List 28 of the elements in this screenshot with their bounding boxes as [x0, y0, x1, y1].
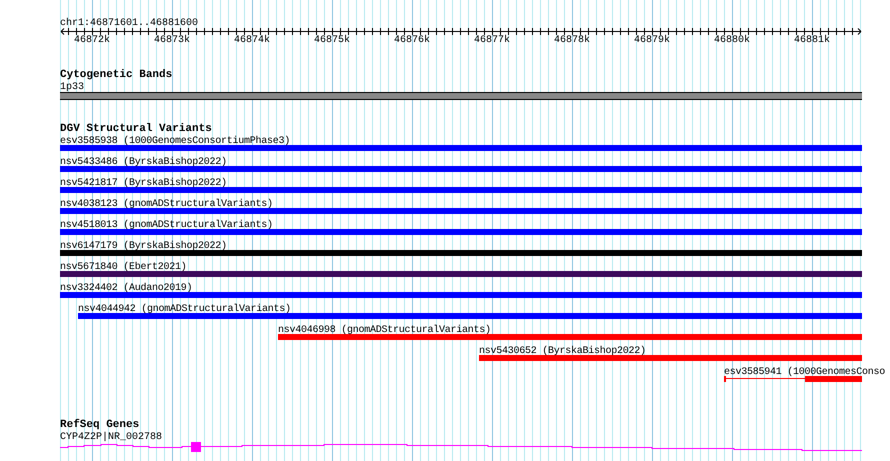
tick-label: 46874k: [234, 35, 270, 47]
tick-label: 46877k: [474, 35, 510, 47]
variant-label: nsv5671840 (Ebert2021): [60, 262, 187, 273]
variant-label: nsv4046998 (gnomADStructuralVariants): [278, 325, 491, 336]
tick-label: 46875k: [314, 35, 350, 47]
variant-label: nsv4518013 (gnomADStructuralVariants): [60, 220, 273, 231]
variant-label: nsv4038123 (gnomADStructuralVariants): [60, 199, 273, 210]
variant-label: nsv5433486 (ByrskaBishop2022): [60, 157, 227, 168]
variant-label: nsv5421817 (ByrskaBishop2022): [60, 178, 227, 189]
tick-label: 46878k: [554, 35, 590, 47]
variant-label: nsv4044942 (gnomADStructuralVariants): [78, 304, 291, 315]
location-label: chr1:46871601..46881600: [60, 18, 198, 29]
track-title: DGV Structural Variants: [60, 123, 212, 135]
band-label: 1p33: [60, 82, 84, 93]
track-title: Cytogenetic Bands: [60, 69, 172, 81]
tick-label: 46873k: [154, 35, 190, 47]
tick-label: 46881k: [794, 35, 830, 47]
variant-label: esv3585938 (1000GenomesConsortiumPhase3): [60, 136, 290, 147]
tick-label: 46880k: [714, 35, 750, 47]
variant-label: esv3585941 (1000GenomesConso: [724, 367, 886, 378]
gene-label: CYP4Z2P|NR_002788: [60, 432, 162, 443]
tick-label: 46876k: [394, 35, 430, 47]
variant-label: nsv5430652 (ByrskaBishop2022): [479, 346, 646, 357]
track-title: RefSeq Genes: [60, 419, 140, 431]
tick-label: 46879k: [634, 35, 670, 47]
tick-label: 46872k: [74, 35, 110, 47]
variant-label: nsv6147179 (ByrskaBishop2022): [60, 241, 227, 252]
variant-label: nsv3324402 (Audano2019): [60, 283, 192, 294]
